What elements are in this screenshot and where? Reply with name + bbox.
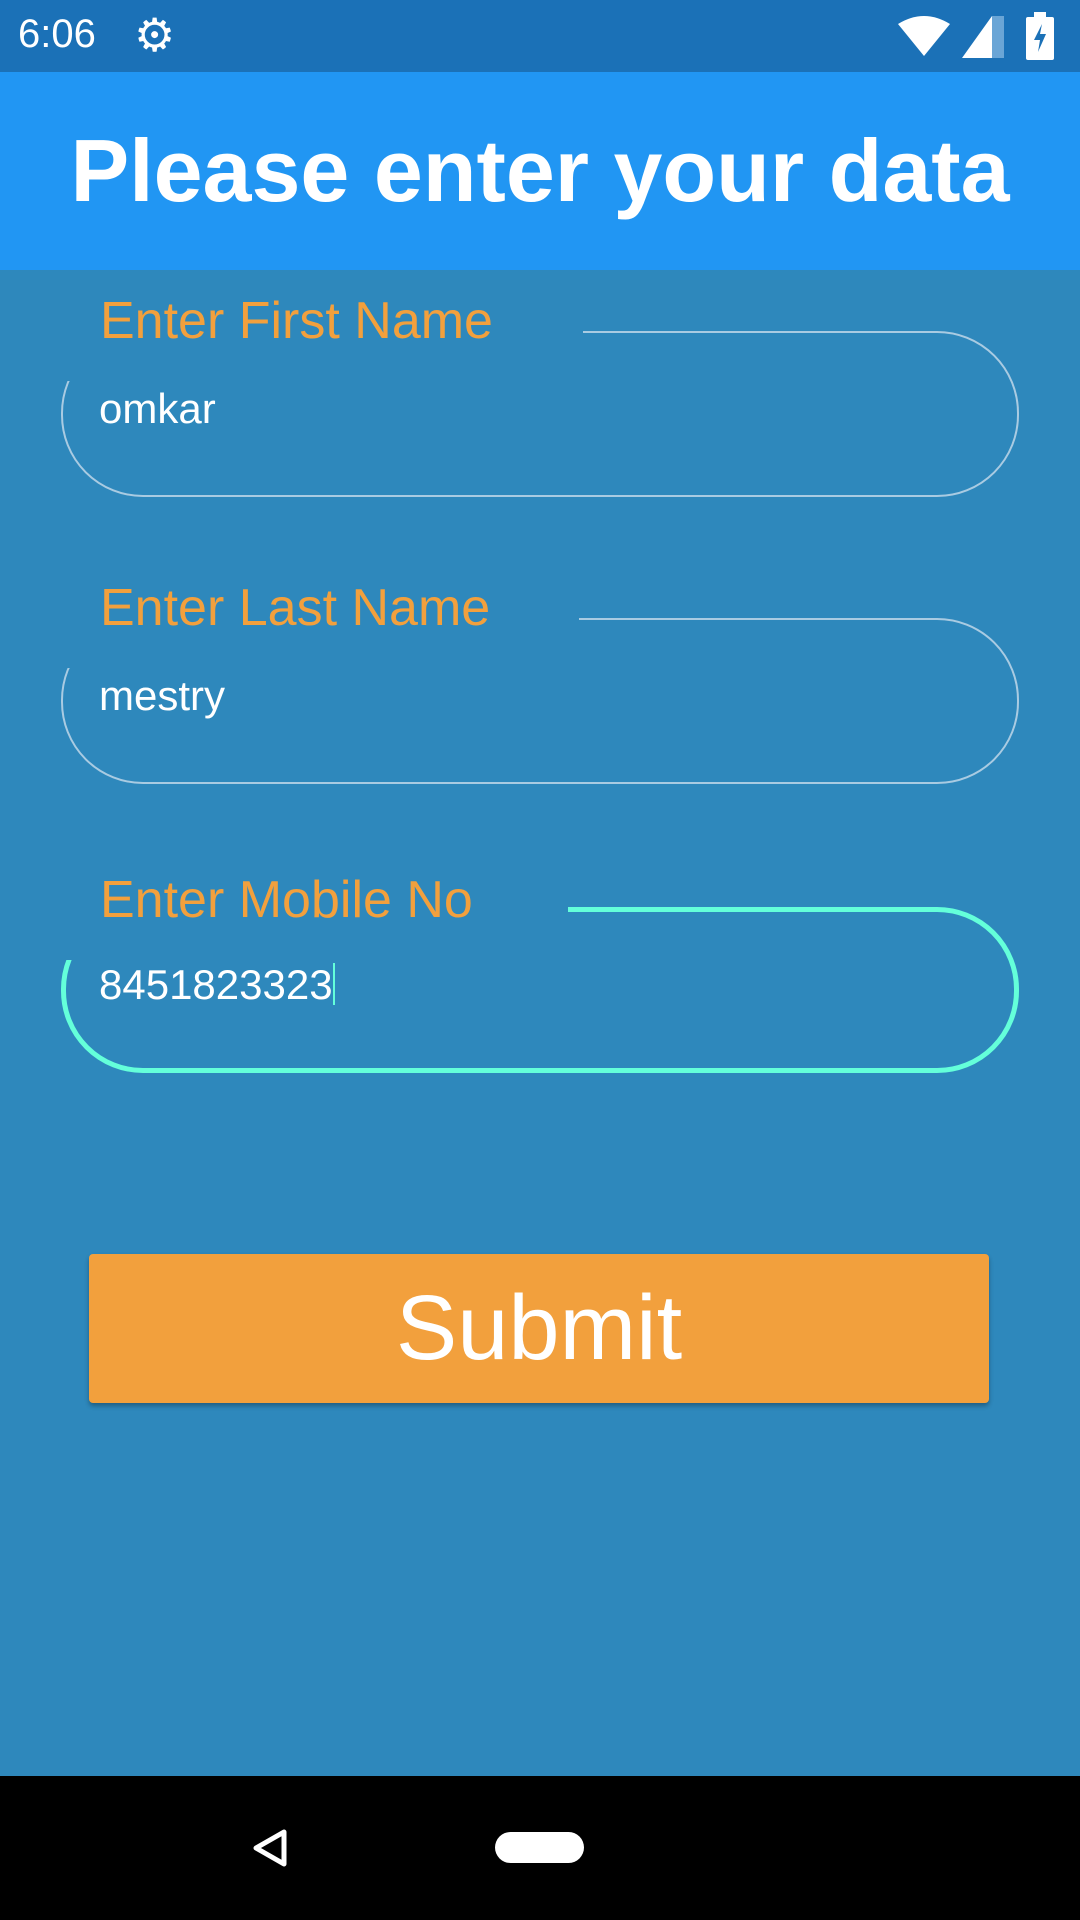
status-time: 6:06 bbox=[18, 12, 96, 56]
mobile-no-value: 8451823323 bbox=[99, 961, 333, 1008]
first-name-field[interactable]: Enter First Name omkar bbox=[53, 292, 1019, 497]
mobile-no-field[interactable]: Enter Mobile No 8451823323 bbox=[56, 871, 1019, 1073]
home-button[interactable] bbox=[495, 1832, 584, 1863]
mobile-no-input[interactable]: 8451823323 bbox=[99, 961, 335, 1009]
first-name-label: Enter First Name bbox=[100, 292, 493, 350]
status-bar: 6:06 ⚙ bbox=[0, 0, 1080, 72]
last-name-label: Enter Last Name bbox=[100, 579, 491, 637]
mobile-no-label: Enter Mobile No bbox=[100, 871, 473, 929]
battery-charging-icon bbox=[1026, 12, 1054, 60]
last-name-field[interactable]: Enter Last Name mestry bbox=[53, 579, 1019, 784]
navigation-bar bbox=[0, 1776, 1080, 1920]
signal-icon bbox=[962, 16, 1004, 58]
submit-button[interactable]: Submit bbox=[89, 1254, 989, 1403]
back-icon[interactable] bbox=[250, 1828, 290, 1868]
gear-icon: ⚙ bbox=[134, 9, 176, 61]
page-title: Please enter your data bbox=[70, 121, 1010, 220]
app-bar: Please enter your data bbox=[0, 72, 1080, 270]
last-name-value[interactable]: mestry bbox=[99, 672, 225, 720]
text-cursor bbox=[332, 963, 335, 1005]
wifi-icon bbox=[898, 16, 950, 56]
first-name-value[interactable]: omkar bbox=[99, 385, 216, 433]
